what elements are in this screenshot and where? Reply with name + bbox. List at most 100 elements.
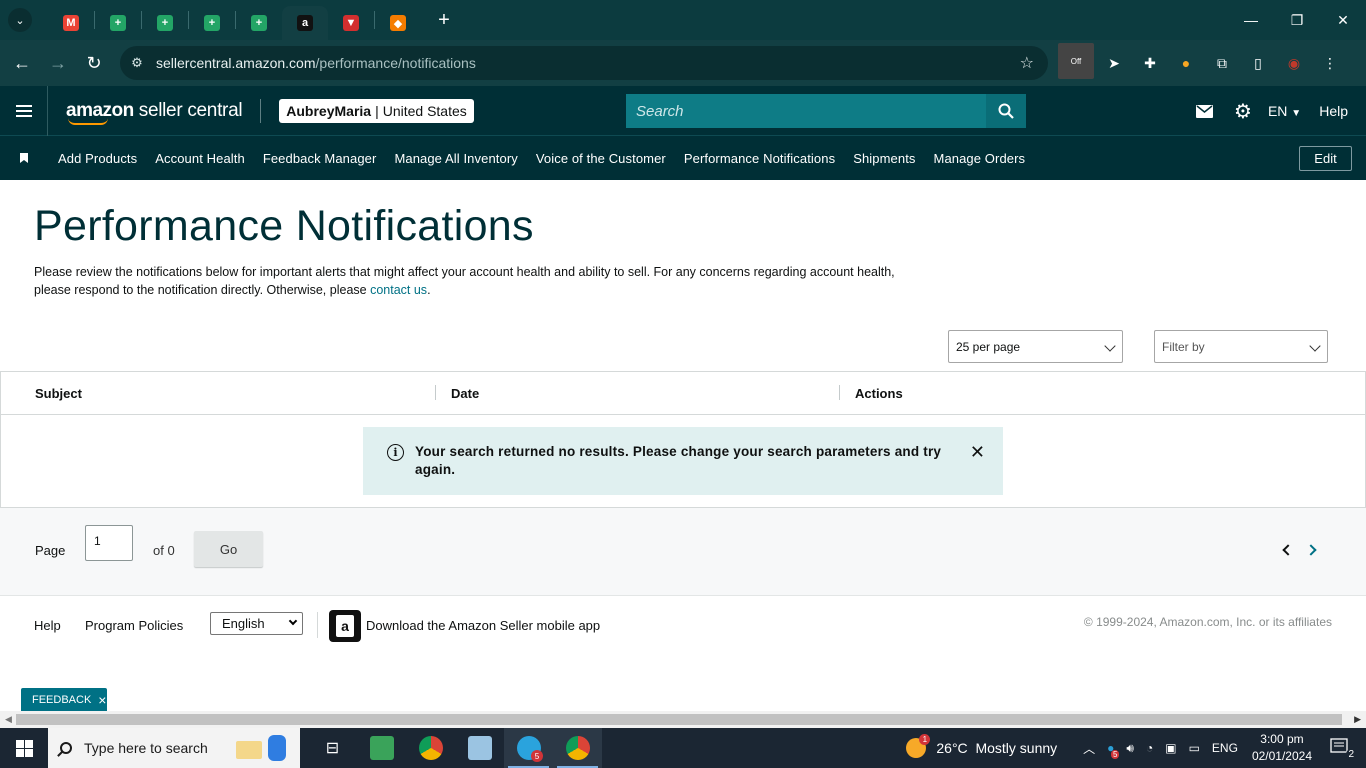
sheets-app-icon[interactable] xyxy=(357,728,406,768)
chrome-icon[interactable] xyxy=(406,728,455,768)
taskbar-clock[interactable]: 3:00 pm 02/01/2024 xyxy=(1252,731,1312,765)
weather-widget[interactable]: 1 26°C Mostly sunny xyxy=(906,734,1057,758)
help-link[interactable]: Help xyxy=(1319,103,1348,119)
page-title: Performance Notifications xyxy=(34,202,534,250)
feedback-button[interactable]: FEEDBACK × xyxy=(21,688,107,711)
extensions-puzzle-icon[interactable]: ⧉ xyxy=(1204,45,1240,81)
telegram-icon[interactable]: 5 xyxy=(504,728,553,768)
language-label: EN xyxy=(1267,103,1288,119)
forward-icon[interactable]: → xyxy=(40,45,76,81)
column-header-date[interactable]: Date xyxy=(451,386,479,401)
sidebar-toggle-icon[interactable]: ▯ xyxy=(1240,45,1276,81)
browser-tab[interactable]: ▼ xyxy=(328,6,374,40)
tab-search-button[interactable]: ⌄ xyxy=(8,8,32,32)
close-icon[interactable]: ✕ xyxy=(970,442,985,463)
feedback-label: FEEDBACK xyxy=(32,693,92,706)
restore-icon[interactable]: ❐ xyxy=(1274,0,1320,40)
address-bar[interactable]: ⚙ sellercentral.amazon.com/performance/n… xyxy=(120,46,1048,80)
back-icon[interactable]: ← xyxy=(4,45,40,81)
footer-language-select[interactable]: English xyxy=(210,612,303,635)
footer-language-value: English xyxy=(222,616,265,631)
chrome-profile-icon[interactable] xyxy=(553,728,602,768)
minimize-icon[interactable]: — xyxy=(1228,0,1274,40)
browser-tab[interactable]: + xyxy=(189,6,235,40)
wifi-icon[interactable]: ◔ xyxy=(1146,741,1153,755)
nav-link-feedback-manager[interactable]: Feedback Manager xyxy=(263,151,377,166)
close-window-icon[interactable]: ✕ xyxy=(1320,0,1366,40)
scroll-right-icon[interactable]: ▶ xyxy=(1354,714,1361,725)
bookmark-icon[interactable] xyxy=(20,153,28,163)
edit-nav-button[interactable]: Edit xyxy=(1299,146,1352,171)
search-input[interactable]: Search xyxy=(626,94,986,128)
browser-tab[interactable]: + xyxy=(142,6,188,40)
browser-tab[interactable]: + xyxy=(95,6,141,40)
column-divider xyxy=(839,385,840,400)
volume-icon[interactable]: 🔊︎ xyxy=(1126,741,1134,756)
page-number-input[interactable]: 1 xyxy=(85,525,133,561)
taskbar-apps: ⊟ 5 xyxy=(308,728,602,768)
nav-link-add-products[interactable]: Add Products xyxy=(58,151,137,166)
go-button[interactable]: Go xyxy=(194,531,263,567)
browser-tab[interactable]: + xyxy=(236,6,282,40)
task-view-icon[interactable]: ⊟ xyxy=(308,728,357,768)
program-policies-link[interactable]: Program Policies xyxy=(85,618,183,633)
nav-link-voice-of-the-customer[interactable]: Voice of the Customer xyxy=(536,151,666,166)
input-language[interactable]: ENG xyxy=(1212,741,1238,755)
language-selector[interactable]: EN ▼ xyxy=(1268,103,1301,119)
page-footer: Help Program Policies English a Download… xyxy=(0,597,1366,717)
settings-gear-icon[interactable]: ⚙ xyxy=(1224,99,1262,124)
close-feedback-icon[interactable]: × xyxy=(98,692,106,708)
chevron-right-icon[interactable] xyxy=(1305,544,1317,556)
notepad-app-icon[interactable] xyxy=(455,728,504,768)
copyright-text: © 1999-2024, Amazon.com, Inc. or its aff… xyxy=(1083,615,1332,629)
per-page-select[interactable]: 25 per page xyxy=(948,330,1123,363)
nav-link-performance-notifications[interactable]: Performance Notifications xyxy=(684,151,835,166)
nav-link-shipments[interactable]: Shipments xyxy=(853,151,915,166)
profile-avatar[interactable]: ◉ xyxy=(1276,45,1312,81)
taskbar-search-box[interactable]: Type here to search xyxy=(48,728,300,768)
nav-link-manage-all-inventory[interactable]: Manage All Inventory xyxy=(394,151,517,166)
messages-icon[interactable] xyxy=(1186,104,1224,118)
orange-app-icon: ◆ xyxy=(390,15,406,31)
filter-by-select[interactable]: Filter by xyxy=(1154,330,1328,363)
horizontal-scrollbar[interactable]: ◀ ▶ xyxy=(0,711,1366,728)
extension-off-icon[interactable]: ▭Off xyxy=(1058,43,1096,81)
hamburger-menu-icon[interactable] xyxy=(0,85,48,136)
alert-message: Your search returned no results. Please … xyxy=(415,444,942,477)
bookmark-star-icon[interactable]: ☆ xyxy=(1020,53,1034,73)
extension-puzzle-blue-icon[interactable]: ✚ xyxy=(1132,45,1168,81)
window-controls: — ❐ ✕ xyxy=(1228,0,1366,40)
scrollbar-thumb[interactable] xyxy=(16,714,1342,725)
nav-link-manage-orders[interactable]: Manage Orders xyxy=(934,151,1026,166)
nav-link-account-health[interactable]: Account Health xyxy=(155,151,245,166)
amazon-seller-app-icon[interactable]: a xyxy=(329,610,361,642)
tray-app-icon[interactable]: ● 5 xyxy=(1107,741,1120,759)
meet-now-icon[interactable]: ▣ xyxy=(1165,741,1176,755)
contact-us-link[interactable]: contact us xyxy=(370,283,427,297)
site-info-icon[interactable]: ⚙ xyxy=(120,55,154,71)
browser-tab[interactable]: ◆ xyxy=(375,6,421,40)
extension-orange-circle-icon[interactable]: ● xyxy=(1168,45,1204,81)
browser-menu-icon[interactable]: ⋮ xyxy=(1312,45,1348,81)
chevron-left-icon[interactable] xyxy=(1282,544,1294,556)
browser-tab[interactable]: a xyxy=(282,6,328,40)
column-divider xyxy=(435,385,436,400)
search-button[interactable] xyxy=(986,94,1026,128)
new-tab-button[interactable]: + xyxy=(429,9,459,32)
footer-help-link[interactable]: Help xyxy=(34,618,61,633)
seller-central-logo[interactable]: amazon seller central xyxy=(66,96,243,126)
show-hidden-icons-icon[interactable]: ︿ xyxy=(1083,740,1095,757)
download-app-link[interactable]: Download the Amazon Seller mobile app xyxy=(366,618,600,633)
extension-arrow-icon[interactable]: ➤ xyxy=(1096,45,1132,81)
windows-start-button[interactable] xyxy=(0,728,48,768)
column-header-actions: Actions xyxy=(855,386,903,401)
account-switcher[interactable]: AubreyMaria | United States xyxy=(279,98,474,123)
notification-center-icon[interactable]: 2 xyxy=(1330,738,1356,760)
reload-icon[interactable]: ↻ xyxy=(76,45,112,81)
column-header-subject[interactable]: Subject xyxy=(35,386,82,401)
nav-links: Add Products Account Health Feedback Manag… xyxy=(58,151,1043,166)
battery-icon[interactable]: ▭ xyxy=(1189,741,1200,755)
chevron-down-icon xyxy=(288,616,298,626)
browser-tab[interactable]: M xyxy=(48,6,94,40)
scroll-left-icon[interactable]: ◀ xyxy=(5,714,12,725)
